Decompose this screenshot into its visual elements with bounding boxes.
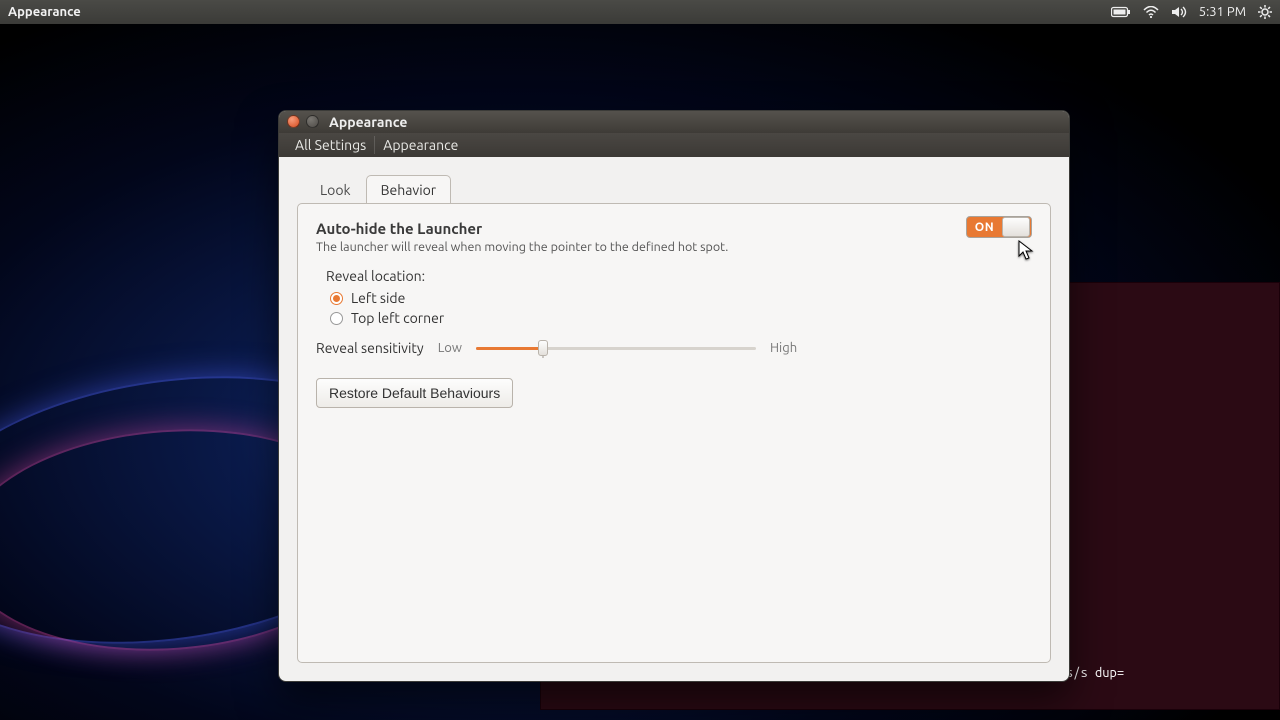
- window-minimize-button[interactable]: [306, 115, 319, 128]
- battery-icon[interactable]: [1111, 6, 1131, 18]
- restore-defaults-button[interactable]: Restore Default Behaviours: [316, 378, 513, 408]
- slider-low-label: Low: [438, 341, 462, 355]
- autohide-toggle-knob: [1002, 217, 1030, 237]
- autohide-toggle[interactable]: ON: [966, 216, 1032, 238]
- radio-label: Top left corner: [351, 310, 444, 326]
- appearance-window: Appearance All Settings Appearance Look …: [278, 110, 1070, 682]
- session-gear-icon[interactable]: [1258, 5, 1272, 19]
- reveal-location-topleft[interactable]: Top left corner: [330, 310, 1032, 326]
- radio-icon: [330, 312, 343, 325]
- reveal-location-left[interactable]: Left side: [330, 290, 1032, 306]
- tab-look[interactable]: Look: [305, 175, 366, 204]
- system-tray: 5:31 PM: [1111, 5, 1272, 19]
- window-title: Appearance: [329, 114, 407, 130]
- reveal-location-label: Reveal location:: [326, 268, 1032, 284]
- wifi-icon[interactable]: [1143, 6, 1159, 18]
- radio-icon: [330, 292, 343, 305]
- clock[interactable]: 5:31 PM: [1199, 5, 1246, 19]
- app-menu-title[interactable]: Appearance: [8, 5, 81, 19]
- breadcrumb-root[interactable]: All Settings: [289, 137, 372, 153]
- breadcrumb-separator: [374, 136, 375, 154]
- breadcrumb: All Settings Appearance: [279, 133, 1069, 157]
- tabs: Look Behavior: [297, 175, 1051, 204]
- autohide-title: Auto-hide the Launcher: [316, 220, 728, 237]
- window-titlebar[interactable]: Appearance: [279, 111, 1069, 133]
- breadcrumb-leaf[interactable]: Appearance: [377, 137, 464, 153]
- window-close-button[interactable]: [287, 115, 300, 128]
- reveal-sensitivity-slider[interactable]: [476, 340, 756, 356]
- tab-panel-behavior: Auto-hide the Launcher The launcher will…: [297, 203, 1051, 663]
- radio-label: Left side: [351, 290, 405, 306]
- top-panel: Appearance 5:31 PM: [0, 0, 1280, 24]
- volume-icon[interactable]: [1171, 6, 1187, 18]
- tab-behavior[interactable]: Behavior: [366, 175, 452, 204]
- autohide-toggle-label: ON: [967, 221, 1002, 234]
- slider-high-label: High: [770, 341, 797, 355]
- reveal-sensitivity-label: Reveal sensitivity: [316, 340, 424, 356]
- autohide-description: The launcher will reveal when moving the…: [316, 240, 728, 254]
